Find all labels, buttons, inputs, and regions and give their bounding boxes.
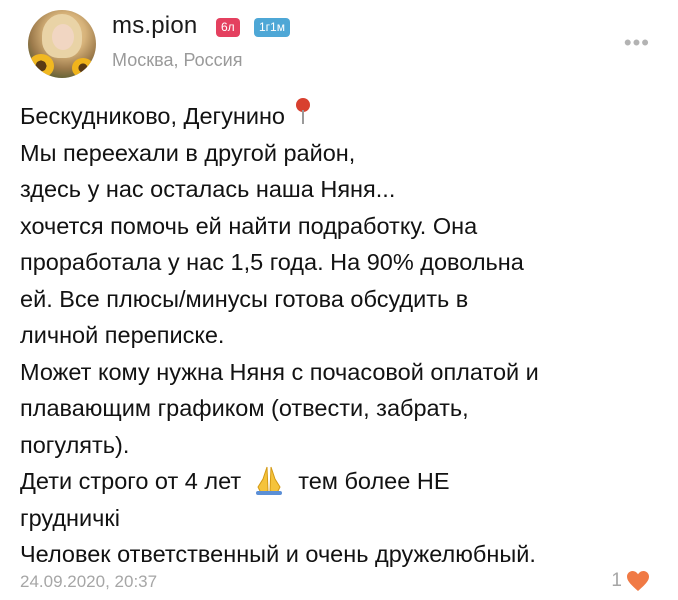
post-footer: 24.09.2020, 20:37 1 [0,562,678,600]
text-line: Мы переехали в другой район, [20,139,356,166]
text-line: ей. Все плюсы/минусы готова обсудить в [20,285,469,312]
age-badge: 1г1м [254,18,290,37]
text-fragment: тем более НЕ [298,468,450,494]
post-date: 24.09.2020, 20:37 [20,572,158,591]
text-line: грудничкi [20,504,120,531]
author-name[interactable]: ms.pion [112,12,197,40]
text-fragment: Бескудниково, Дегунино [20,103,285,129]
text-line: погулять). [20,431,130,458]
text-line: плавающим графиком (отвести, забрать, [20,395,469,421]
round-pushpin-icon [294,98,312,128]
post-card: ms.pion 6л 1г1м Москва, Россия ••• Беску… [0,0,678,600]
text-fragment: Дети строго от 4 лет [20,468,242,494]
text-line: личной переписке. [20,322,225,348]
post-text: Бескудниково, Дегунино Мы переехали в др… [20,98,660,573]
text-line: хочется помочь ей найти подработку. Она [20,212,478,239]
text-line: Бескудниково, Дегунино [20,98,660,135]
text-line: Дети строго от 4 лет тем более НЕ [20,463,660,500]
avatar-face [52,24,74,50]
author-location: Москва, Россия [112,50,243,70]
sunflower-icon [28,54,54,78]
text-line: проработала у нас 1,5 года. На 90% довол… [20,249,524,275]
avatar[interactable] [28,10,96,78]
text-line: Может кому нужна Няня с почасовой оплато… [20,358,539,385]
more-horizontal-icon[interactable]: ••• [624,32,650,54]
age-badge: 6л [216,18,240,37]
sunflower-icon [72,58,94,78]
folded-hands-icon [255,466,282,495]
text-line: здесь у нас осталась наша Няня... [20,176,396,202]
like-button[interactable]: 1 [611,570,650,592]
heart-icon [627,571,649,591]
post-header: ms.pion 6л 1г1м Москва, Россия ••• [0,0,678,90]
like-count: 1 [611,570,622,591]
